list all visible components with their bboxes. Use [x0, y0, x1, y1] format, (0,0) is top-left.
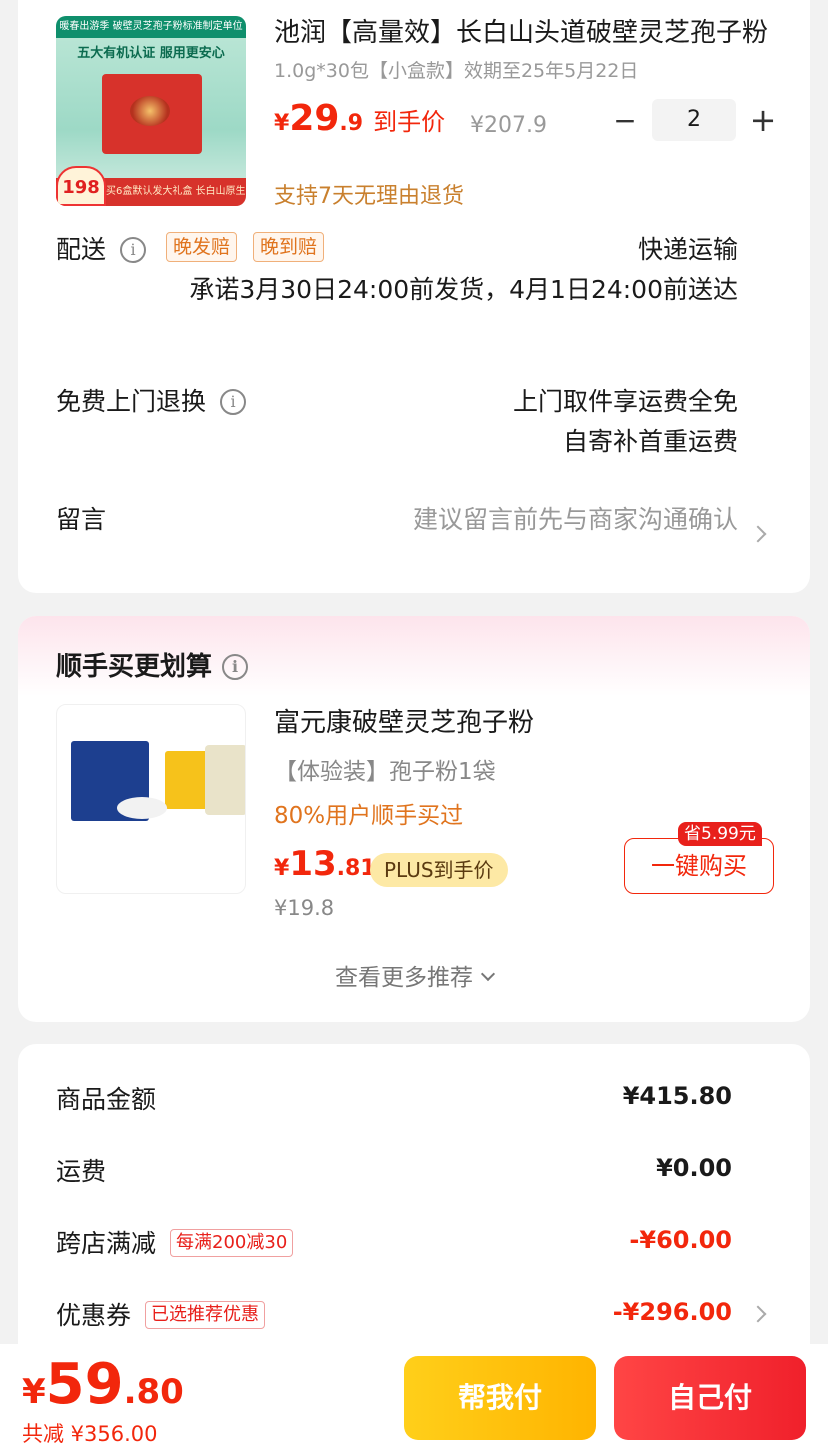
- returns-line2: 自寄补首重运费: [562, 427, 738, 456]
- more-label: 查看更多推荐: [335, 965, 473, 991]
- delivery-method[interactable]: 快递运输: [638, 230, 738, 266]
- original-price: ¥207.9: [470, 113, 547, 138]
- product-thumbnail[interactable]: 暖春出游季 破壁灵芝孢子粉标准制定单位 五大有机认证 服用更安心 买6盒默认发大…: [56, 16, 246, 206]
- late-ship-tag[interactable]: 晚发赔: [166, 232, 238, 262]
- coupon-row[interactable]: 优惠券 已选推荐优惠: [56, 1296, 266, 1332]
- addon-thumbnail[interactable]: [56, 704, 246, 894]
- shipping-value: ¥0.00: [656, 1154, 732, 1182]
- note-input[interactable]: 建议留言前先与商家沟通确认: [413, 500, 738, 536]
- addon-section-label: 顺手买更划算: [56, 652, 213, 682]
- chevron-right-icon[interactable]: [749, 525, 767, 543]
- chevron-down-icon: [480, 966, 496, 982]
- product-price: ¥29.9 到手价: [274, 98, 445, 139]
- info-icon[interactable]: i: [120, 237, 147, 263]
- delivery-promise: 承诺3月30日24:00前发货，4月1日24:00前送达: [189, 275, 738, 304]
- total-symbol: ¥: [22, 1372, 46, 1412]
- shipping-label: 运费: [56, 1157, 107, 1186]
- quantity-stepper: − 2 +: [608, 98, 780, 142]
- thumb-badge: 198: [56, 166, 106, 206]
- coupon-value[interactable]: -¥296.00: [613, 1298, 732, 1326]
- addon-original-price: ¥19.8: [274, 896, 335, 920]
- addon-title[interactable]: 富元康破壁灵芝孢子粉: [274, 702, 534, 739]
- order-item-card: 暖春出游季 破壁灵芝孢子粉标准制定单位 五大有机认证 服用更安心 买6盒默认发大…: [18, 0, 810, 593]
- addon-price-integer: 13: [289, 844, 337, 884]
- goods-amount-value: ¥415.80: [622, 1082, 732, 1110]
- thumb-headline: 五大有机认证 服用更安心: [77, 46, 225, 61]
- thumb-banner: 暖春出游季 破壁灵芝孢子粉标准制定单位: [56, 16, 246, 38]
- returns-line1: 上门取件享运费全免: [512, 387, 738, 416]
- product-box-image: [102, 74, 202, 154]
- checkout-bar: ¥59.80 共减 ¥356.00 帮我付 自己付: [0, 1344, 828, 1452]
- price-symbol: ¥: [274, 111, 290, 136]
- decrease-button[interactable]: −: [608, 104, 642, 137]
- goods-amount-label: 商品金额: [56, 1085, 157, 1114]
- addon-users: 80%用户顺手买过: [274, 803, 464, 829]
- increase-button[interactable]: +: [746, 101, 780, 139]
- addon-price: ¥13.81: [274, 844, 376, 884]
- price-label: 到手价: [373, 108, 446, 136]
- cross-store-label: 跨店满减: [56, 1229, 157, 1258]
- price-decimal: .9: [339, 111, 364, 136]
- addon-price-symbol: ¥: [274, 856, 290, 881]
- delivery-row: 配送 i: [56, 230, 147, 266]
- coupon-label: 优惠券: [56, 1301, 132, 1330]
- more-recommendations-link[interactable]: 查看更多推荐: [18, 958, 810, 992]
- addon-card: 顺手买更划算 i 富元康破壁灵芝孢子粉 【体验装】孢子粉1袋 80%用户顺手买过 …: [18, 616, 810, 1022]
- total-price: ¥59.80: [22, 1352, 184, 1417]
- returns-label: 免费上门退换: [56, 387, 207, 416]
- cross-store-tag: 每满200减30: [170, 1229, 294, 1257]
- self-pay-button[interactable]: 自己付: [614, 1356, 806, 1440]
- note-label: 留言: [56, 505, 107, 534]
- total-saved[interactable]: 共减 ¥356.00: [22, 1418, 158, 1448]
- plus-price-tag: PLUS到手价: [370, 853, 508, 887]
- delivery-label: 配送: [56, 235, 107, 264]
- product-spec[interactable]: 1.0g*30包【小盒款】效期至25年5月22日: [274, 56, 638, 83]
- addon-section-title: 顺手买更划算 i: [56, 646, 249, 683]
- addon-spec: 【体验装】孢子粉1袋: [274, 759, 496, 785]
- one-click-buy-button[interactable]: 一键购买: [624, 838, 774, 894]
- addon-dish-image: [117, 797, 167, 819]
- product-title[interactable]: 池润【高量效】长白山头道破壁灵芝孢子粉: [274, 12, 774, 49]
- coupon-tag: 已选推荐优惠: [145, 1301, 266, 1329]
- addon-capsule-image: [205, 745, 245, 815]
- info-icon[interactable]: i: [222, 654, 249, 680]
- help-pay-button[interactable]: 帮我付: [404, 1356, 596, 1440]
- save-badge: 省5.99元: [678, 822, 762, 846]
- quantity-field[interactable]: 2: [652, 99, 736, 141]
- cross-store-row: 跨店满减 每满200减30: [56, 1224, 294, 1260]
- returns-row: 免费上门退换 i: [56, 382, 247, 418]
- chevron-right-icon[interactable]: [749, 1305, 767, 1323]
- cross-store-value: -¥60.00: [629, 1226, 732, 1254]
- late-arrival-tag[interactable]: 晚到赔: [253, 232, 325, 262]
- total-integer: 59: [45, 1352, 124, 1417]
- total-decimal: .80: [123, 1372, 184, 1412]
- info-icon[interactable]: i: [220, 389, 247, 415]
- price-integer: 29: [289, 98, 340, 139]
- return-policy: 支持7天无理由退货: [274, 184, 464, 209]
